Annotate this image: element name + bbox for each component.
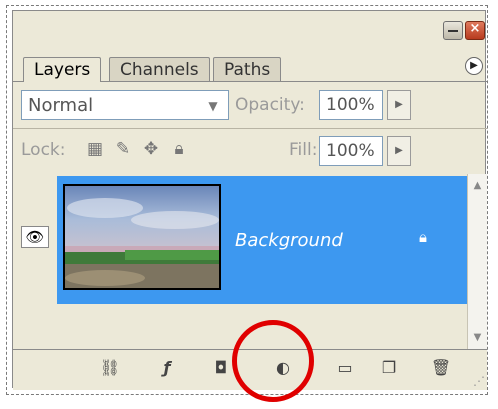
link-icon[interactable]: ⛓ (95, 358, 125, 380)
blend-row: Normal ▼ Opacity: 100% ▶ (13, 82, 487, 129)
lock-row: Lock: ▦ ✎ ✥ 🔒︎ Fill: 100% ▶ (13, 128, 487, 175)
opacity-slider-button[interactable]: ▶ (387, 90, 411, 120)
folder-icon[interactable]: ▭ (333, 358, 357, 380)
tab-strip: Layers Channels Paths (13, 51, 487, 82)
landscape-thumbnail-image (65, 186, 219, 288)
layer-row-background[interactable]: 👁︎ Background 🔒︎ (13, 176, 467, 304)
fill-slider-button[interactable]: ▶ (387, 136, 411, 166)
fill-value: 100% (326, 141, 375, 161)
lock-icon: 🔒︎ (419, 228, 427, 246)
eye-icon[interactable]: 👁︎ (21, 226, 49, 248)
tab-paths[interactable]: Paths (213, 57, 282, 81)
mask-icon[interactable]: ◘ (209, 358, 233, 380)
lock-move-icon[interactable]: ✥ (141, 139, 161, 159)
lock-transparent-icon[interactable]: ▦ (85, 139, 105, 159)
opacity-value: 100% (326, 95, 375, 115)
lock-all-icon[interactable]: 🔒︎ (169, 139, 189, 159)
opacity-input[interactable]: 100% (319, 90, 383, 120)
layers-list: 👁︎ Background 🔒︎ (13, 174, 467, 349)
play-arrow-icon: ▶ (470, 60, 478, 71)
scrollbar[interactable]: ▲ ▼ (467, 174, 487, 349)
scroll-up-icon[interactable]: ▲ (468, 180, 487, 191)
blend-mode-value: Normal (28, 95, 94, 116)
close-button[interactable]: × (465, 21, 485, 40)
blend-mode-select[interactable]: Normal ▼ (21, 90, 229, 120)
highlight-circle (232, 320, 314, 402)
lock-brush-icon[interactable]: ✎ (113, 139, 133, 159)
panel-menu-button[interactable]: ▶ (465, 57, 483, 75)
chevron-down-icon: ▼ (197, 91, 228, 119)
tab-channels[interactable]: Channels (109, 57, 210, 81)
scroll-down-icon[interactable]: ▼ (468, 332, 487, 343)
layer-style-icon[interactable]: ƒ (153, 358, 181, 380)
layer-name: Background (235, 230, 343, 251)
opacity-label: Opacity: (235, 95, 305, 115)
layer-thumbnail (63, 184, 221, 290)
trash-icon[interactable]: 🗑︎ (429, 358, 453, 380)
minimize-button[interactable] (443, 21, 463, 40)
fill-label: Fill: (289, 140, 318, 160)
lock-label: Lock: (21, 140, 66, 160)
play-arrow-icon: ▶ (395, 99, 403, 110)
fill-input[interactable]: 100% (319, 136, 383, 166)
new-layer-icon[interactable]: ❐ (377, 358, 401, 380)
layer-selection[interactable]: Background 🔒︎ (57, 176, 467, 304)
play-arrow-icon: ▶ (395, 145, 403, 156)
tab-layers[interactable]: Layers (23, 57, 102, 82)
resize-grip-icon[interactable]: ⋰ (473, 374, 485, 388)
close-icon: × (469, 21, 481, 36)
